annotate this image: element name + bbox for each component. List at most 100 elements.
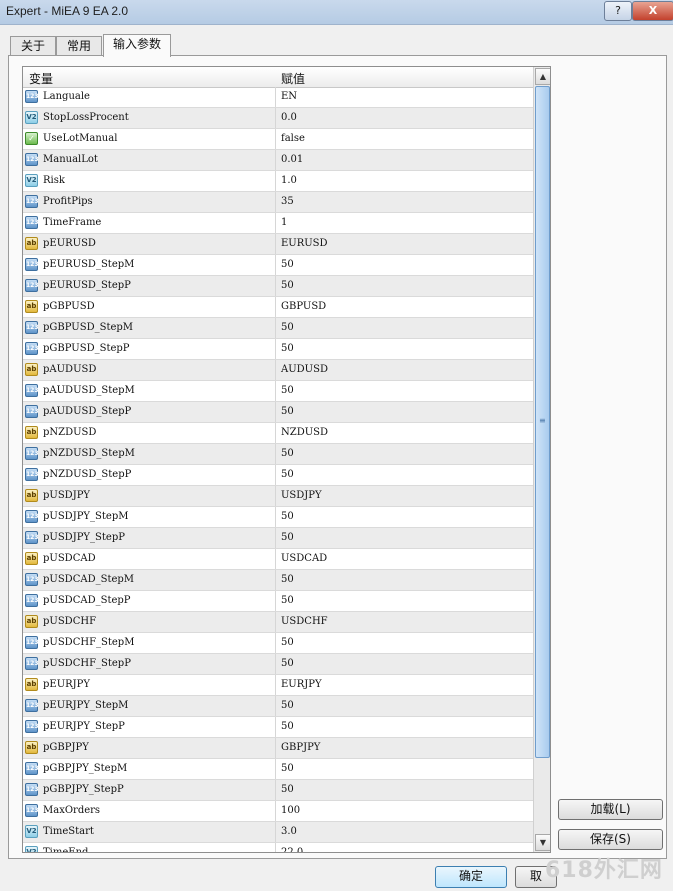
table-row[interactable]: 123 pGBPJPY_StepP 50 (23, 780, 533, 801)
variable-value[interactable]: 0.01 (281, 154, 303, 165)
table-row[interactable]: ab pUSDCHF USDCHF (23, 612, 533, 633)
variable-value[interactable]: 50 (281, 280, 294, 291)
variable-name: pGBPJPY_StepP (43, 784, 124, 795)
variable-value[interactable]: GBPJPY (281, 742, 320, 753)
column-divider (275, 87, 276, 107)
table-row[interactable]: V2 TimeEnd 22.0 (23, 843, 533, 852)
scroll-thumb[interactable]: ≡ (535, 86, 550, 758)
variable-value[interactable]: 35 (281, 196, 294, 207)
variable-value[interactable]: EURJPY (281, 679, 322, 690)
variable-value[interactable]: GBPUSD (281, 301, 326, 312)
table-row[interactable]: 123 MaxOrders 100 (23, 801, 533, 822)
variable-value[interactable]: 50 (281, 721, 294, 732)
variable-value[interactable]: USDCHF (281, 616, 328, 627)
table-row[interactable]: 123 pUSDJPY_StepM 50 (23, 507, 533, 528)
table-row[interactable]: 123 pGBPUSD_StepM 50 (23, 318, 533, 339)
table-row[interactable]: ab pEURUSD EURUSD (23, 234, 533, 255)
table-row[interactable]: 123 Languale EN (23, 87, 533, 108)
table-row[interactable]: ab pGBPJPY GBPJPY (23, 738, 533, 759)
variable-value[interactable]: false (281, 133, 305, 144)
table-row[interactable]: 123 pUSDCAD_StepP 50 (23, 591, 533, 612)
table-row[interactable]: 123 pUSDCHF_StepP 50 (23, 654, 533, 675)
table-row[interactable]: 123 pEURUSD_StepP 50 (23, 276, 533, 297)
variable-value[interactable]: 50 (281, 469, 294, 480)
table-row[interactable]: 123 pNZDUSD_StepM 50 (23, 444, 533, 465)
save-button[interactable]: 保存(S) (558, 829, 663, 850)
int-type-icon: 123 (25, 804, 39, 817)
table-row[interactable]: 123 pAUDUSD_StepM 50 (23, 381, 533, 402)
variable-name: pEURUSD_StepP (43, 280, 131, 291)
variable-value[interactable]: 50 (281, 511, 294, 522)
load-button[interactable]: 加载(L) (558, 799, 663, 820)
scroll-down-icon[interactable]: ▼ (535, 834, 550, 851)
table-row[interactable]: V2 TimeStart 3.0 (23, 822, 533, 843)
variable-value[interactable]: AUDUSD (281, 364, 328, 375)
table-row[interactable]: 123 pUSDCAD_StepM 50 (23, 570, 533, 591)
table-row[interactable]: ✓ UseLotManual false (23, 129, 533, 150)
scroll-up-icon[interactable]: ▲ (535, 68, 550, 85)
variable-value[interactable]: 50 (281, 637, 294, 648)
variable-name: pGBPUSD_StepP (43, 343, 130, 354)
variable-value[interactable]: 50 (281, 763, 294, 774)
variable-value[interactable]: 50 (281, 343, 294, 354)
variable-value[interactable]: EN (281, 91, 297, 102)
tab-common[interactable]: 常用 (56, 36, 102, 56)
table-row[interactable]: 123 TimeFrame 1 (23, 213, 533, 234)
table-row[interactable]: 123 pEURUSD_StepM 50 (23, 255, 533, 276)
variable-value[interactable]: 3.0 (281, 826, 297, 837)
table-row[interactable]: V2 Risk 1.0 (23, 171, 533, 192)
variable-value[interactable]: 50 (281, 658, 294, 669)
variable-value[interactable]: 50 (281, 259, 294, 270)
vertical-scrollbar[interactable]: ▲ ≡ ▼ (533, 67, 550, 852)
variable-value[interactable]: 50 (281, 700, 294, 711)
table-row[interactable]: 123 pEURJPY_StepP 50 (23, 717, 533, 738)
variable-value[interactable]: 1 (281, 217, 287, 228)
ok-button[interactable]: 确定 (435, 866, 507, 888)
variable-value[interactable]: 50 (281, 574, 294, 585)
variable-name: pUSDCHF_StepM (43, 637, 135, 648)
variable-name: pGBPJPY (43, 742, 89, 753)
variable-value[interactable]: EURUSD (281, 238, 328, 249)
table-row[interactable]: ab pUSDCAD USDCAD (23, 549, 533, 570)
variable-value[interactable]: 50 (281, 532, 294, 543)
variable-value[interactable]: 50 (281, 595, 294, 606)
variable-name: UseLotManual (43, 133, 118, 144)
variable-value[interactable]: NZDUSD (281, 427, 328, 438)
variable-value[interactable]: 0.0 (281, 112, 297, 123)
variable-value[interactable]: 50 (281, 448, 294, 459)
variable-value[interactable]: 50 (281, 322, 294, 333)
table-row[interactable]: ab pEURJPY EURJPY (23, 675, 533, 696)
table-row[interactable]: 123 pUSDJPY_StepP 50 (23, 528, 533, 549)
help-button[interactable]: ? (604, 1, 632, 21)
table-row[interactable]: ab pNZDUSD NZDUSD (23, 423, 533, 444)
variable-value[interactable]: 50 (281, 406, 294, 417)
table-row[interactable]: ab pGBPUSD GBPUSD (23, 297, 533, 318)
variable-value[interactable]: 1.0 (281, 175, 297, 186)
table-row[interactable]: 123 ProfitPips 35 (23, 192, 533, 213)
table-row[interactable]: 123 ManualLot 0.01 (23, 150, 533, 171)
variable-value[interactable]: 50 (281, 385, 294, 396)
close-button[interactable]: X (632, 1, 673, 21)
tab-about[interactable]: 关于 (10, 36, 56, 56)
int-type-icon: 123 (25, 594, 39, 607)
variable-value[interactable]: USDJPY (281, 490, 322, 501)
table-row[interactable]: V2 StopLossProcent 0.0 (23, 108, 533, 129)
table-row[interactable]: 123 pEURJPY_StepM 50 (23, 696, 533, 717)
column-header-variable[interactable]: 变量 (29, 70, 53, 87)
variable-value[interactable]: 50 (281, 784, 294, 795)
table-row[interactable]: 123 pGBPUSD_StepP 50 (23, 339, 533, 360)
table-row[interactable]: ab pUSDJPY USDJPY (23, 486, 533, 507)
column-header-value[interactable]: 赋值 (281, 70, 305, 87)
table-row[interactable]: 123 pAUDUSD_StepP 50 (23, 402, 533, 423)
variable-value[interactable]: 22.0 (281, 847, 303, 852)
table-row[interactable]: 123 pGBPJPY_StepM 50 (23, 759, 533, 780)
tab-inputs[interactable]: 输入参数 (103, 34, 171, 57)
table-row[interactable]: 123 pNZDUSD_StepP 50 (23, 465, 533, 486)
variable-value[interactable]: USDCAD (281, 553, 327, 564)
table-row[interactable]: ab pAUDUSD AUDUSD (23, 360, 533, 381)
column-divider (275, 360, 276, 380)
double-type-icon: V2 (25, 846, 38, 852)
int-type-icon: 123 (25, 321, 39, 334)
table-row[interactable]: 123 pUSDCHF_StepM 50 (23, 633, 533, 654)
variable-value[interactable]: 100 (281, 805, 300, 816)
